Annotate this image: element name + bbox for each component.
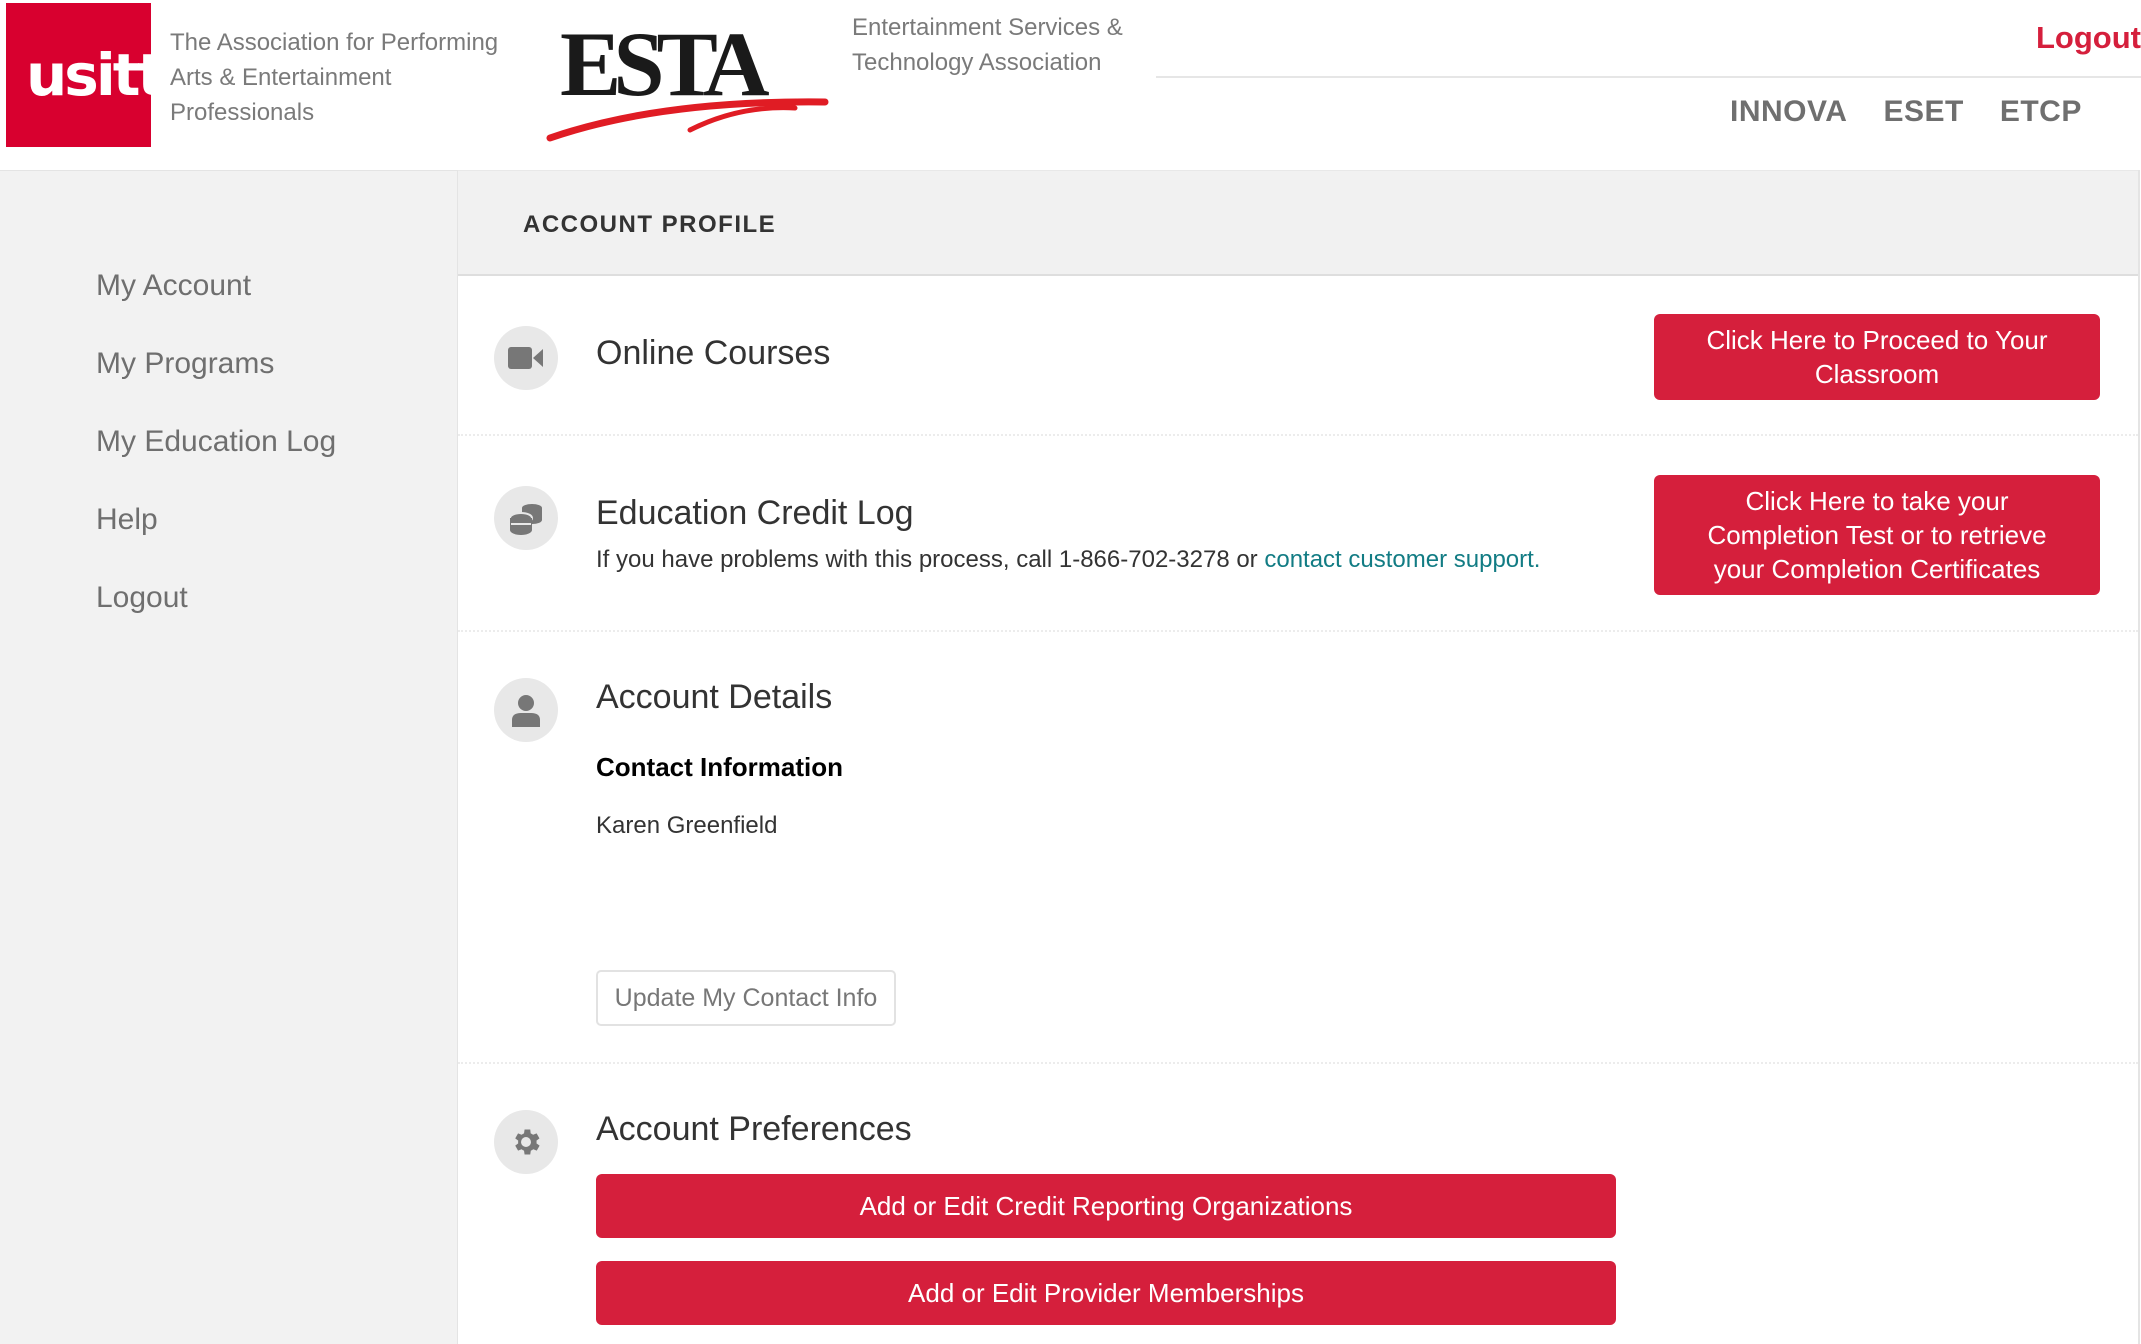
account-details-title: Account Details bbox=[596, 678, 833, 716]
page-title: ACCOUNT PROFILE bbox=[523, 211, 777, 238]
account-preferences-title: Account Preferences bbox=[596, 1110, 912, 1148]
header-divider bbox=[1156, 76, 2141, 78]
top-nav: INNOVA ESET ETCP bbox=[1730, 95, 2082, 129]
support-help-message: If you have problems with this process, … bbox=[596, 546, 1265, 573]
education-credit-log-title: Education Credit Log bbox=[596, 494, 914, 532]
gear-icon bbox=[494, 1110, 558, 1174]
header-logout-link[interactable]: Logout bbox=[2036, 20, 2141, 56]
support-help-text: If you have problems with this process, … bbox=[596, 546, 1540, 574]
online-courses-title: Online Courses bbox=[596, 334, 831, 372]
sidebar-item-my-account[interactable]: My Account bbox=[96, 266, 336, 344]
nav-innova[interactable]: INNOVA bbox=[1730, 95, 1847, 129]
sidebar-item-help[interactable]: Help bbox=[96, 500, 336, 578]
education-credit-log-section: Education Credit Log If you have problem… bbox=[458, 436, 2138, 632]
usitt-tagline: The Association for Performing Arts & En… bbox=[170, 29, 499, 126]
esta-tagline: Entertainment Services & Technology Asso… bbox=[852, 14, 1123, 76]
sidebar-item-my-education-log[interactable]: My Education Log bbox=[96, 422, 336, 500]
nav-etcp[interactable]: ETCP bbox=[2000, 95, 2082, 129]
video-camera-icon bbox=[494, 326, 558, 390]
sidebar-menu: My Account My Programs My Education Log … bbox=[96, 266, 336, 656]
online-courses-section: Online Courses Click Here to Proceed to … bbox=[458, 276, 2138, 436]
sidebar: My Account My Programs My Education Log … bbox=[0, 170, 458, 1344]
account-preferences-section: Account Preferences Add or Edit Credit R… bbox=[458, 1064, 2138, 1344]
user-icon bbox=[494, 678, 558, 742]
completion-test-button[interactable]: Click Here to take your Completion Test … bbox=[1654, 475, 2100, 595]
contact-information-heading: Contact Information bbox=[596, 752, 843, 782]
site-header: usitt The Association for Performing Art… bbox=[0, 0, 2141, 170]
contact-name: Karen Greenfield bbox=[596, 812, 778, 839]
panel-header: ACCOUNT PROFILE bbox=[458, 170, 2138, 276]
esta-logo-text: ESTA bbox=[560, 13, 769, 115]
usitt-logo[interactable]: usitt bbox=[6, 3, 165, 147]
main-panel: ACCOUNT PROFILE Online Courses Click Her… bbox=[458, 170, 2140, 1344]
esta-logo[interactable]: ESTA bbox=[540, 10, 840, 150]
esta-logo-graphic: ESTA bbox=[546, 13, 829, 142]
proceed-to-classroom-button[interactable]: Click Here to Proceed to Your Classroom bbox=[1654, 314, 2100, 400]
contact-support-link[interactable]: contact customer support. bbox=[1264, 546, 1540, 573]
sidebar-item-my-programs[interactable]: My Programs bbox=[96, 344, 336, 422]
sidebar-item-logout[interactable]: Logout bbox=[96, 578, 336, 656]
coins-stack-icon bbox=[494, 486, 558, 550]
account-details-section: Account Details Contact Information Kare… bbox=[458, 632, 2138, 1064]
edit-provider-memberships-button[interactable]: Add or Edit Provider Memberships bbox=[596, 1261, 1616, 1325]
edit-credit-reporting-orgs-button[interactable]: Add or Edit Credit Reporting Organizatio… bbox=[596, 1174, 1616, 1238]
nav-eset[interactable]: ESET bbox=[1883, 95, 1963, 129]
usitt-logo-text: usitt bbox=[26, 41, 165, 109]
update-contact-info-button[interactable]: Update My Contact Info bbox=[596, 970, 896, 1026]
